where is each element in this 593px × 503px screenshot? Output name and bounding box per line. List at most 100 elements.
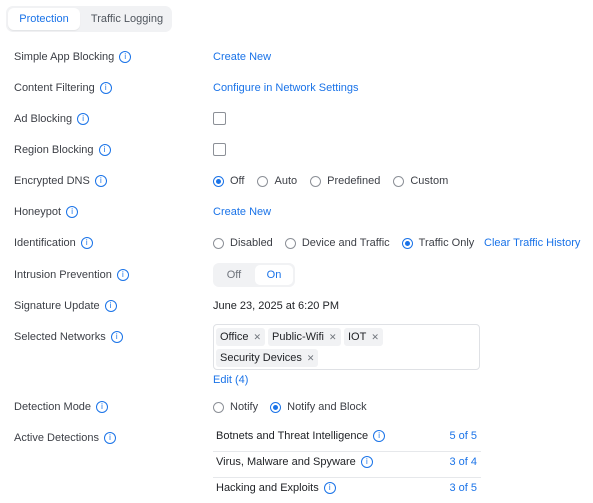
network-chip-label: Public-Wifi: [272, 331, 324, 343]
detection-name: Virus, Malware and Spyware i: [216, 456, 373, 468]
radio-selected-icon[interactable]: [270, 401, 282, 413]
info-icon[interactable]: i: [66, 206, 79, 218]
detection-row[interactable]: Virus, Malware and Spyware i 3 of 4: [213, 451, 481, 478]
info-icon[interactable]: i: [360, 456, 373, 468]
detection-row[interactable]: Hacking and Exploits i 3 of 5: [213, 477, 481, 503]
close-icon[interactable]: ✕: [371, 328, 379, 346]
configure-network-settings-link[interactable]: Configure in Network Settings: [213, 80, 359, 96]
info-icon[interactable]: i: [77, 113, 90, 125]
encrypted-dns-label: Encrypted DNS: [14, 175, 90, 187]
detection-name-label: Virus, Malware and Spyware: [216, 456, 356, 468]
detection-name: Hacking and Exploits i: [216, 482, 336, 494]
identification-option-disabled[interactable]: Disabled: [213, 237, 273, 249]
signature-update-value: June 23, 2025 at 6:20 PM: [213, 300, 339, 312]
clear-traffic-history-link[interactable]: Clear Traffic History: [484, 235, 580, 251]
dns-option-auto-label: Auto: [274, 175, 298, 187]
identification-row-label: Identification i: [14, 235, 93, 251]
detection-name-label: Botnets and Threat Intelligence: [216, 430, 369, 442]
toggle-off-option[interactable]: Off: [215, 265, 253, 285]
edit-networks-link[interactable]: Edit (4): [213, 372, 248, 388]
ad-blocking-checkbox[interactable]: [213, 112, 226, 125]
detection-count-link[interactable]: 3 of 4: [449, 456, 477, 468]
info-icon[interactable]: i: [323, 482, 336, 494]
radio-selected-icon[interactable]: [401, 237, 413, 249]
detection-name-label: Hacking and Exploits: [216, 482, 319, 494]
selected-networks-label: Selected Networks: [14, 331, 106, 343]
honeypot-label: Honeypot: [14, 206, 62, 218]
signature-update-label: Signature Update: [14, 300, 100, 312]
info-icon[interactable]: i: [98, 144, 111, 156]
selected-networks-box[interactable]: Office ✕ Public-Wifi ✕ IOT ✕ Security De…: [213, 324, 480, 370]
dns-option-predefined-label: Predefined: [327, 175, 381, 187]
radio-selected-icon[interactable]: [213, 175, 224, 187]
info-icon[interactable]: i: [103, 432, 116, 444]
info-icon[interactable]: i: [110, 331, 123, 343]
tab-traffic-logging[interactable]: Traffic Logging: [86, 8, 168, 30]
detection-mode-row-label: Detection Mode i: [14, 399, 109, 415]
detection-option-notify-and-block[interactable]: Notify and Block: [270, 401, 367, 413]
network-chip-label: IOT: [348, 331, 367, 343]
info-icon[interactable]: i: [119, 51, 132, 63]
detection-option-notify-label: Notify: [230, 401, 259, 413]
detection-option-notify-and-block-label: Notify and Block: [287, 401, 367, 413]
toggle-on-option[interactable]: On: [255, 265, 293, 285]
close-icon[interactable]: ✕: [329, 328, 337, 346]
info-icon[interactable]: i: [99, 82, 112, 94]
info-icon[interactable]: i: [104, 300, 117, 312]
info-icon[interactable]: i: [373, 430, 386, 442]
honeypot-row-label: Honeypot i: [14, 204, 79, 220]
info-icon[interactable]: i: [94, 175, 107, 187]
ad-blocking-row-label: Ad Blocking i: [14, 111, 90, 127]
region-blocking-label: Region Blocking: [14, 144, 94, 156]
close-icon[interactable]: ✕: [307, 349, 315, 367]
detection-count-link[interactable]: 3 of 5: [449, 482, 477, 494]
identification-option-disabled-label: Disabled: [230, 237, 273, 249]
radio-icon[interactable]: [257, 175, 269, 187]
honeypot-create-new-link[interactable]: Create New: [213, 204, 271, 220]
close-icon[interactable]: ✕: [254, 328, 262, 346]
active-detections-row-label: Active Detections i: [14, 430, 116, 446]
identification-option-device-and-traffic-label: Device and Traffic: [301, 237, 390, 249]
intrusion-prevention-row-label: Intrusion Prevention i: [14, 267, 129, 283]
content-filtering-label: Content Filtering: [14, 82, 95, 94]
info-icon[interactable]: i: [80, 237, 93, 249]
radio-icon[interactable]: [393, 175, 405, 187]
detection-mode-label: Detection Mode: [14, 401, 92, 413]
radio-icon[interactable]: [213, 237, 224, 249]
radio-icon[interactable]: [284, 237, 296, 249]
detection-option-notify[interactable]: Notify: [213, 401, 258, 413]
info-icon[interactable]: i: [116, 269, 129, 281]
tab-protection[interactable]: Protection: [8, 8, 80, 30]
simple-app-blocking-create-new-link[interactable]: Create New: [213, 49, 271, 65]
tab-bar: Protection Traffic Logging: [6, 6, 172, 32]
encrypted-dns-row-label: Encrypted DNS i: [14, 173, 107, 189]
content-filtering-row-label: Content Filtering i: [14, 80, 112, 96]
network-chip-iot: IOT ✕: [344, 328, 383, 346]
radio-icon[interactable]: [310, 175, 322, 187]
active-detections-label: Active Detections: [14, 432, 99, 444]
region-blocking-checkbox[interactable]: [213, 143, 226, 156]
dns-option-custom[interactable]: Custom: [393, 175, 448, 187]
radio-icon[interactable]: [213, 401, 224, 413]
network-chip-office: Office ✕: [216, 328, 266, 346]
network-chip-label: Security Devices: [220, 352, 302, 364]
dns-option-auto[interactable]: Auto: [257, 175, 297, 187]
detection-count-link[interactable]: 5 of 5: [449, 430, 477, 442]
info-icon[interactable]: i: [96, 401, 109, 413]
identification-option-traffic-only[interactable]: Traffic Only: [401, 237, 475, 249]
region-blocking-row-label: Region Blocking i: [14, 142, 111, 158]
intrusion-prevention-toggle[interactable]: Off On: [213, 263, 295, 287]
dns-option-off-label: Off: [230, 175, 245, 187]
dns-option-off[interactable]: Off: [213, 175, 244, 187]
network-chip-security-devices: Security Devices ✕: [216, 349, 319, 367]
identification-option-traffic-only-label: Traffic Only: [418, 237, 475, 249]
network-chip-public-wifi: Public-Wifi ✕: [268, 328, 341, 346]
detection-row[interactable]: Botnets and Threat Intelligence i 5 of 5: [213, 425, 481, 452]
detection-mode-radio-group: Notify Notify and Block: [213, 399, 367, 415]
dns-option-predefined[interactable]: Predefined: [310, 175, 380, 187]
selected-networks-row-label: Selected Networks i: [14, 329, 123, 345]
identification-option-device-and-traffic[interactable]: Device and Traffic: [284, 237, 390, 249]
identification-label: Identification: [14, 237, 76, 249]
identification-radio-group: Disabled Device and Traffic Traffic Only: [213, 235, 474, 251]
network-chip-label: Office: [220, 331, 249, 343]
